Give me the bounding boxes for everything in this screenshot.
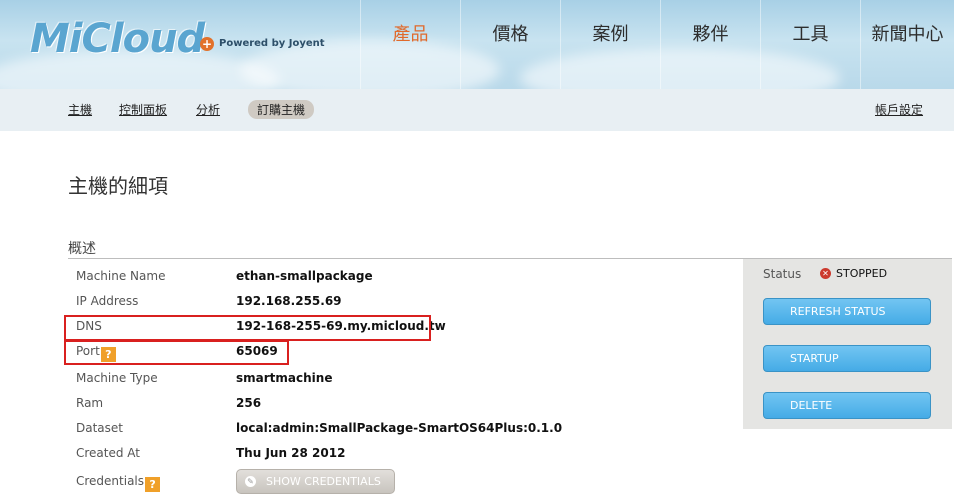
show-credentials-label: SHOW CREDENTIALS [266, 475, 381, 488]
created-at-value: Thu Jun 28 2012 [236, 446, 346, 460]
subnav-control-panel[interactable]: 控制面板 [119, 101, 167, 118]
nav-item-pricing[interactable]: 價格 [460, 0, 560, 89]
machine-name-label: Machine Name [76, 269, 166, 283]
logo-text: MiCloud [30, 16, 205, 62]
pencil-icon: ✎ [245, 476, 256, 487]
stopped-icon: ✕ [820, 268, 831, 279]
machine-name-value: ethan-smallpackage [236, 269, 373, 283]
subnav-machines[interactable]: 主機 [68, 101, 92, 118]
dataset-label: Dataset [76, 421, 123, 435]
show-credentials-button[interactable]: ✎ SHOW CREDENTIALS [236, 469, 395, 494]
machine-type-label: Machine Type [76, 371, 158, 385]
nav-item-partners[interactable]: 夥伴 [660, 0, 760, 89]
section-heading: 概述 [68, 241, 96, 257]
subnav-account-settings[interactable]: 帳戶設定 [875, 101, 923, 118]
ip-address-value: 192.168.255.69 [236, 294, 342, 308]
site-header: MiCloud + Powered by Joyent 產品 價格 案例 夥伴 … [0, 0, 954, 89]
page-title: 主機的細項 [68, 174, 168, 198]
powered-by-text: Powered by Joyent [219, 38, 325, 49]
port-highlight-box [64, 340, 289, 365]
sub-nav: 主機 控制面板 分析 訂購主機 帳戶設定 [0, 89, 954, 131]
nav-item-products[interactable]: 產品 [360, 0, 460, 89]
main-nav: 產品 價格 案例 夥伴 工具 新聞中心 [360, 0, 954, 89]
status-value: STOPPED [836, 267, 888, 280]
nav-item-news[interactable]: 新聞中心 [860, 0, 954, 89]
nav-item-cases[interactable]: 案例 [560, 0, 660, 89]
nav-item-tools[interactable]: 工具 [760, 0, 860, 89]
dns-highlight-box [64, 315, 431, 341]
credentials-label: Credentials [76, 474, 145, 488]
status-label: Status [763, 267, 802, 281]
startup-button[interactable]: STARTUP [763, 345, 931, 372]
subnav-order-machine[interactable]: 訂購主機 [248, 100, 315, 119]
machine-type-value: smartmachine [236, 371, 333, 385]
ram-value: 256 [236, 396, 262, 410]
help-icon[interactable]: ? [145, 477, 161, 492]
ram-label: Ram [76, 396, 104, 410]
ip-address-label: IP Address [76, 294, 139, 308]
delete-button[interactable]: DELETE [763, 392, 931, 419]
refresh-status-button[interactable]: REFRESH STATUS [763, 298, 931, 325]
subnav-analytics[interactable]: 分析 [196, 101, 220, 118]
status-panel: Status ✕ STOPPED REFRESH STATUS STARTUP … [743, 259, 952, 429]
created-at-label: Created At [76, 446, 141, 460]
plus-icon: + [200, 37, 214, 51]
credentials-label-row: Credentials? [76, 474, 161, 492]
dataset-value: local:admin:SmallPackage-SmartOS64Plus:0… [236, 421, 563, 435]
